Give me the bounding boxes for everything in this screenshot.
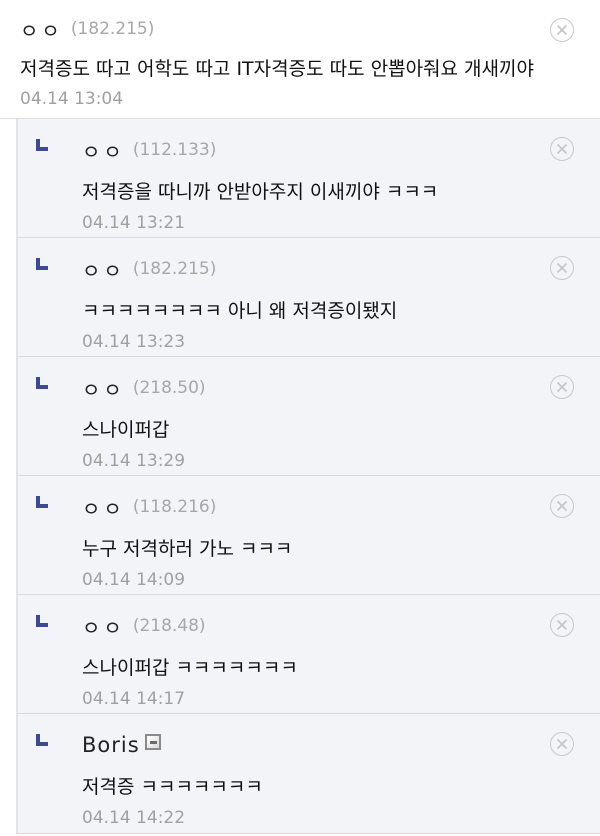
reply-text: 저격증을 따니까 안받아주지 이새끼야 ㅋㅋㅋ bbox=[82, 181, 439, 203]
reply-date: 04.14 13:21 bbox=[82, 213, 186, 233]
reply-arrow-icon bbox=[36, 258, 48, 270]
delete-reply-button[interactable] bbox=[550, 137, 574, 161]
reply-item: ㅇㅇ (118.216) 누구 저격하러 가노 ㅋㅋㅋ 04.14 14:09 bbox=[16, 476, 600, 595]
reply-author-row: ㅇㅇ (218.48) bbox=[82, 612, 600, 641]
reply-item: ㅇㅇ (218.50) 스나이퍼갑 04.14 13:29 bbox=[16, 357, 600, 476]
close-icon bbox=[556, 143, 568, 155]
close-icon bbox=[556, 381, 568, 393]
reply-ip: (112.133) bbox=[132, 140, 217, 160]
reply-date: 04.14 14:22 bbox=[82, 808, 186, 828]
reply-text: 스나이퍼갑 ㅋㅋㅋㅋㅋㅋㅋ bbox=[82, 657, 298, 679]
comment-list: ㅇㅇ (182.215) 저격증도 따고 어학도 따고 IT자격증도 따도 안뽑… bbox=[0, 0, 600, 836]
reply-arrow-icon bbox=[36, 734, 48, 746]
delete-reply-button[interactable] bbox=[550, 494, 574, 518]
reply-nickname[interactable]: ㅇㅇ bbox=[82, 255, 125, 284]
reply-ip: (182.215) bbox=[132, 259, 217, 279]
reply-text: 스나이퍼갑 bbox=[82, 419, 170, 441]
reply-nickname[interactable]: ㅇㅇ bbox=[82, 136, 125, 165]
reply-arrow-icon bbox=[36, 615, 48, 627]
fixed-member-icon bbox=[144, 734, 161, 750]
reply-nickname[interactable]: ㅇㅇ bbox=[82, 374, 125, 403]
reply-date: 04.14 14:17 bbox=[82, 689, 186, 709]
delete-reply-button[interactable] bbox=[550, 613, 574, 637]
comment-item: ㅇㅇ (182.215) 저격증도 따고 어학도 따고 IT자격증도 따도 안뽑… bbox=[0, 0, 600, 119]
reply-arrow-icon bbox=[36, 139, 48, 151]
close-icon bbox=[556, 738, 568, 750]
comment-nickname[interactable]: ㅇㅇ bbox=[20, 15, 63, 44]
reply-date: 04.14 14:09 bbox=[82, 570, 186, 590]
reply-text: ㅋㅋㅋㅋㅋㅋㅋㅋ 아니 왜 저격증이됐지 bbox=[82, 300, 398, 322]
reply-nickname[interactable]: ㅇㅇ bbox=[82, 493, 125, 522]
reply-item: ㅇㅇ (112.133) 저격증을 따니까 안받아주지 이새끼야 ㅋㅋㅋ 04.… bbox=[16, 119, 600, 238]
reply-text: 누구 저격하러 가노 ㅋㅋㅋ bbox=[82, 538, 293, 560]
reply-date: 04.14 13:23 bbox=[82, 332, 186, 352]
reply-author-row: ㅇㅇ (118.216) bbox=[82, 493, 600, 522]
reply-item: ㅇㅇ (182.215) ㅋㅋㅋㅋㅋㅋㅋㅋ 아니 왜 저격증이됐지 04.14 … bbox=[16, 238, 600, 357]
reply-ip: (218.50) bbox=[132, 378, 206, 398]
reply-arrow-icon bbox=[36, 377, 48, 389]
close-icon bbox=[556, 500, 568, 512]
close-icon bbox=[556, 24, 568, 36]
reply-author-row: ㅇㅇ (112.133) bbox=[82, 136, 600, 165]
reply-ip: (218.48) bbox=[132, 616, 206, 636]
delete-comment-button[interactable] bbox=[550, 18, 574, 42]
delete-reply-button[interactable] bbox=[550, 256, 574, 280]
comment-text: 저격증도 따고 어학도 따고 IT자격증도 따도 안뽑아줘요 개새끼야 bbox=[20, 58, 534, 80]
reply-author-row: ㅇㅇ (182.215) bbox=[82, 255, 600, 284]
comment-date: 04.14 13:04 bbox=[20, 89, 124, 109]
reply-item: ㅇㅇ (218.48) 스나이퍼갑 ㅋㅋㅋㅋㅋㅋㅋ 04.14 14:17 bbox=[16, 595, 600, 714]
close-icon bbox=[556, 262, 568, 274]
delete-reply-button[interactable] bbox=[550, 732, 574, 756]
reply-nickname[interactable]: ㅇㅇ bbox=[82, 612, 125, 641]
reply-nickname[interactable]: Boris bbox=[82, 733, 140, 757]
close-icon bbox=[556, 619, 568, 631]
comment-ip: (182.215) bbox=[70, 19, 155, 39]
reply-author-row: ㅇㅇ (218.50) bbox=[82, 374, 600, 403]
delete-reply-button[interactable] bbox=[550, 375, 574, 399]
reply-ip: (118.216) bbox=[132, 497, 217, 517]
reply-arrow-icon bbox=[36, 496, 48, 508]
reply-text: 저격증 ㅋㅋㅋㅋㅋㅋㅋ bbox=[82, 776, 263, 798]
reply-author-row: Boris bbox=[82, 732, 600, 758]
reply-date: 04.14 13:29 bbox=[82, 451, 186, 471]
reply-item: Boris 저격증 ㅋㅋㅋㅋㅋㅋㅋ 04.14 14:22 bbox=[16, 714, 600, 834]
comment-author-row: ㅇㅇ (182.215) bbox=[20, 15, 600, 44]
